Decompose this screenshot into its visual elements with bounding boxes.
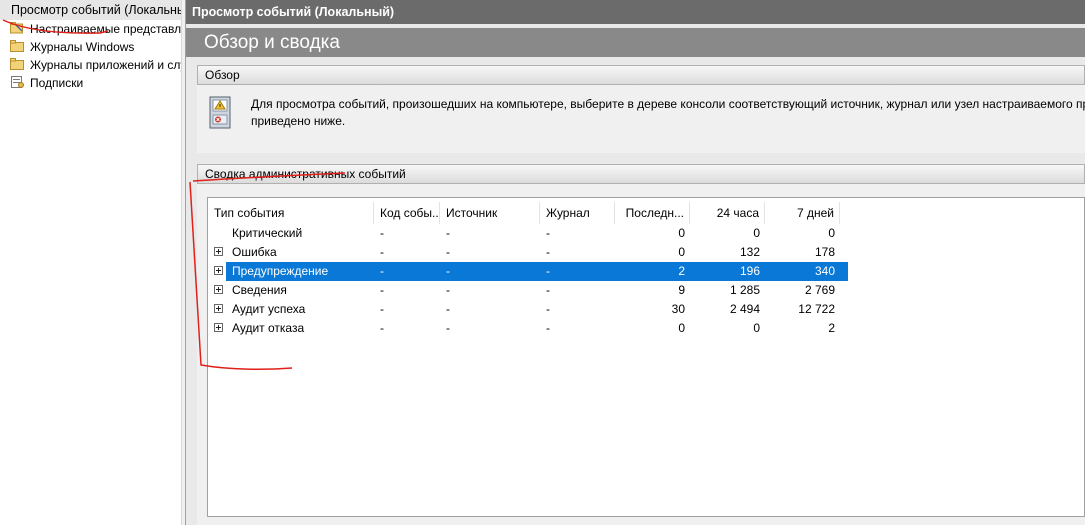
cell-source: - [446, 226, 450, 240]
tree-item-custom-views[interactable]: Настраиваемые представления [0, 20, 181, 38]
cell-last-hour: 0 [678, 245, 685, 259]
table-row[interactable]: Критический - - - 0 0 0 [208, 224, 848, 243]
admin-events-section-body: Тип события Код собы... Источник Журнал … [197, 184, 1085, 525]
cell-log: - [546, 302, 550, 316]
cell-d7: 12 722 [798, 302, 835, 316]
cell-log: - [546, 245, 550, 259]
cell-type: Аудит успеха [232, 302, 306, 316]
expand-plus-icon[interactable] [214, 247, 223, 256]
column-header-source[interactable]: Источник [440, 202, 540, 224]
overview-description: Для просмотра событий, произошедших на к… [251, 96, 1085, 130]
cell-log: - [546, 321, 550, 335]
column-header-7-days[interactable]: 7 дней [765, 202, 840, 224]
table-row[interactable]: Аудит отказа - - - 0 0 2 [208, 319, 848, 338]
tree-item-label: Настраиваемые представления [30, 22, 181, 36]
cell-log: - [546, 226, 550, 240]
tree-item-label: Журналы приложений и служб [30, 58, 181, 72]
cell-h24: 1 285 [729, 283, 760, 297]
cell-type: Ошибка [232, 245, 277, 259]
column-header-event-id[interactable]: Код собы... [374, 202, 440, 224]
details-pane: Просмотр событий (Локальный) Обзор и сво… [186, 0, 1085, 525]
tree-item-label: Подписки [30, 76, 84, 90]
table-row[interactable]: Аудит успеха - - - 30 2 494 12 722 [208, 300, 848, 319]
cell-code: - [380, 283, 384, 297]
cell-last-hour: 30 [671, 302, 685, 316]
section-title: Обзор [205, 68, 240, 82]
cell-type: Сведения [232, 283, 287, 297]
expand-plus-icon[interactable] [214, 285, 223, 294]
cell-source: - [446, 321, 450, 335]
table-row[interactable]: Предупреждение - - - 2 196 340 [208, 262, 848, 281]
tree-item-label: Журналы Windows [30, 40, 135, 54]
table-row[interactable]: Ошибка - - - 0 132 178 [208, 243, 848, 262]
admin-events-table: Тип события Код собы... Источник Журнал … [207, 197, 1085, 517]
cell-code: - [380, 226, 384, 240]
column-header-24-hours[interactable]: 24 часа [690, 202, 765, 224]
cell-h24: 0 [753, 226, 760, 240]
cell-h24: 132 [739, 245, 760, 259]
cell-type: Аудит отказа [232, 321, 305, 335]
tree-item-app-service-logs[interactable]: Журналы приложений и служб [0, 56, 181, 74]
cell-log: - [546, 264, 550, 278]
cell-type: Критический [232, 226, 303, 240]
expand-plus-icon[interactable] [214, 266, 223, 275]
expand-plus-icon[interactable] [214, 304, 223, 313]
pane-title: Просмотр событий (Локальный) [186, 0, 1085, 24]
cell-code: - [380, 264, 384, 278]
column-header-event-type[interactable]: Тип события [208, 202, 374, 224]
cell-source: - [446, 245, 450, 259]
overview-text-line1: Для просмотра событий, произошедших на к… [251, 97, 1085, 111]
overview-text-line2: приведено ниже. [251, 114, 346, 128]
cell-d7: 2 769 [804, 283, 835, 297]
folder-icon [10, 58, 24, 70]
cell-log: - [546, 283, 550, 297]
cell-d7: 0 [828, 226, 835, 240]
expand-plus-icon[interactable] [214, 323, 223, 332]
section-title: Сводка административных событий [205, 167, 406, 181]
admin-events-section-header[interactable]: Сводка административных событий [197, 164, 1085, 184]
cell-code: - [380, 302, 384, 316]
cell-code: - [380, 321, 384, 335]
cell-last-hour: 2 [678, 264, 685, 278]
custom-views-icon [10, 22, 23, 34]
overview-section-body: Для просмотра событий, произошедших на к… [197, 85, 1085, 153]
cell-code: - [380, 245, 384, 259]
cell-source: - [446, 283, 450, 297]
column-header-last-hour[interactable]: Последн... [615, 202, 690, 224]
cell-d7: 340 [814, 264, 835, 278]
cell-h24: 196 [739, 264, 760, 278]
cell-h24: 2 494 [729, 302, 760, 316]
overview-summary-header: Обзор и сводка [186, 28, 1085, 57]
tree-item-windows-logs[interactable]: Журналы Windows [0, 38, 181, 56]
tree-root-event-viewer[interactable]: Просмотр событий (Локальный) [0, 0, 181, 20]
cell-d7: 178 [814, 245, 835, 259]
cell-type: Предупреждение [232, 264, 329, 278]
overview-section-header[interactable]: Обзор [197, 65, 1085, 85]
cell-source: - [446, 302, 450, 316]
cell-d7: 2 [828, 321, 835, 335]
tree-root-label: Просмотр событий (Локальный) [11, 3, 181, 17]
cell-source: - [446, 264, 450, 278]
column-header-log[interactable]: Журнал [540, 202, 615, 224]
cell-last-hour: 0 [678, 321, 685, 335]
event-viewer-icon [209, 96, 231, 129]
table-row[interactable]: Сведения - - - 9 1 285 2 769 [208, 281, 848, 300]
cell-last-hour: 9 [678, 283, 685, 297]
console-tree: Просмотр событий (Локальный) Настраиваем… [0, 0, 181, 525]
tree-item-subscriptions[interactable]: Подписки [0, 74, 181, 92]
subscriptions-icon [11, 76, 24, 88]
folder-icon [10, 40, 24, 52]
cell-h24: 0 [753, 321, 760, 335]
cell-last-hour: 0 [678, 226, 685, 240]
